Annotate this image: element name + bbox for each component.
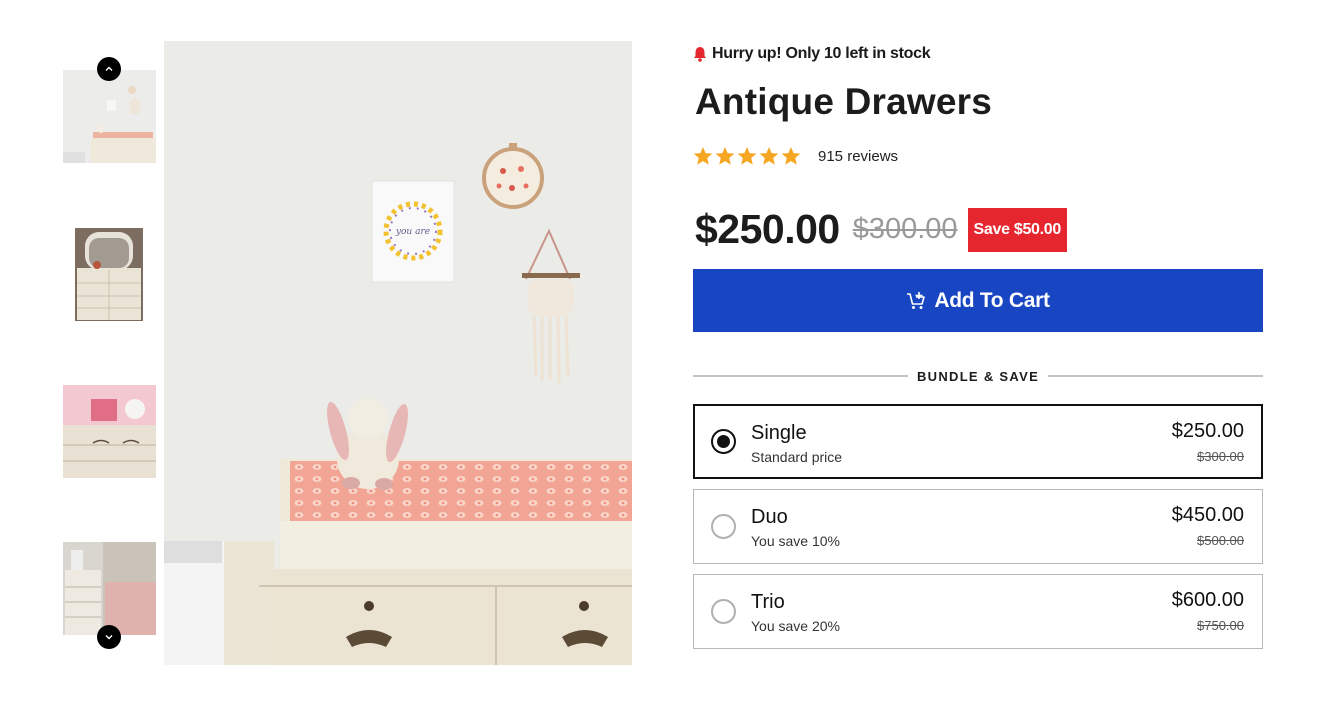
price-row: $250.00 $300.00 Save $50.00 — [695, 206, 1067, 253]
stock-alert: Hurry up! Only 10 left in stock — [693, 45, 931, 63]
option-price: $450.00 — [1171, 504, 1244, 526]
radio-button[interactable] — [711, 514, 736, 539]
bundle-option-trio[interactable]: Trio You save 20% $600.00 $750.00 — [693, 574, 1263, 649]
bell-icon — [694, 47, 706, 62]
stock-message: Hurry up! Only 10 left in stock — [712, 45, 931, 62]
star-icon — [737, 147, 757, 165]
compare-price: $300.00 — [852, 213, 958, 245]
product-title: Antique Drawers — [695, 81, 993, 122]
star-icon — [693, 147, 713, 165]
add-to-cart-label: Add To Cart — [934, 288, 1050, 312]
option-subtitle: You save 20% — [751, 618, 840, 634]
thumbnail-gallery — [63, 41, 156, 665]
bundle-divider: BUNDLE & SAVE — [693, 366, 1263, 386]
thumbnail-3[interactable] — [63, 385, 156, 478]
radio-button[interactable] — [711, 599, 736, 624]
star-icon — [759, 147, 779, 165]
star-icon — [715, 147, 735, 165]
cart-add-icon — [907, 291, 926, 309]
star-icon — [781, 147, 801, 165]
reviews-count[interactable]: 915 reviews — [818, 148, 898, 165]
add-to-cart-button[interactable]: Add To Cart — [693, 269, 1263, 332]
save-badge: Save $50.00 — [967, 207, 1067, 252]
product-rating[interactable]: 915 reviews — [693, 146, 898, 166]
option-subtitle: Standard price — [751, 449, 843, 465]
radio-button[interactable] — [711, 429, 736, 454]
gallery-prev-button[interactable] — [97, 57, 121, 81]
svg-text:you are: you are — [395, 227, 430, 237]
option-subtitle: You save 10% — [751, 533, 840, 549]
thumbnail-1[interactable] — [63, 70, 156, 163]
option-name: Duo — [751, 506, 788, 528]
main-product-image: you are — [164, 41, 632, 665]
thumbnail-2[interactable] — [63, 228, 156, 321]
option-compare-price: $750.00 — [1197, 618, 1244, 633]
bundle-option-duo[interactable]: Duo You save 10% $450.00 $500.00 — [693, 489, 1263, 564]
current-price: $250.00 — [695, 206, 840, 252]
option-price: $250.00 — [1171, 420, 1244, 442]
gallery-next-button[interactable] — [97, 625, 121, 649]
option-name: Single — [751, 422, 807, 444]
chevron-down-icon — [105, 635, 113, 640]
option-compare-price: $300.00 — [1197, 449, 1244, 464]
star-rating — [693, 146, 801, 166]
bundle-heading: BUNDLE & SAVE — [916, 368, 1040, 384]
option-compare-price: $500.00 — [1197, 533, 1244, 548]
thumbnail-4[interactable] — [63, 542, 156, 635]
option-name: Trio — [751, 591, 785, 613]
divider-line-left — [693, 375, 908, 377]
chevron-up-icon — [105, 66, 113, 71]
option-price: $600.00 — [1171, 589, 1244, 611]
bundle-option-single[interactable]: Single Standard price $250.00 $300.00 — [693, 404, 1263, 479]
divider-line-right — [1048, 375, 1263, 377]
